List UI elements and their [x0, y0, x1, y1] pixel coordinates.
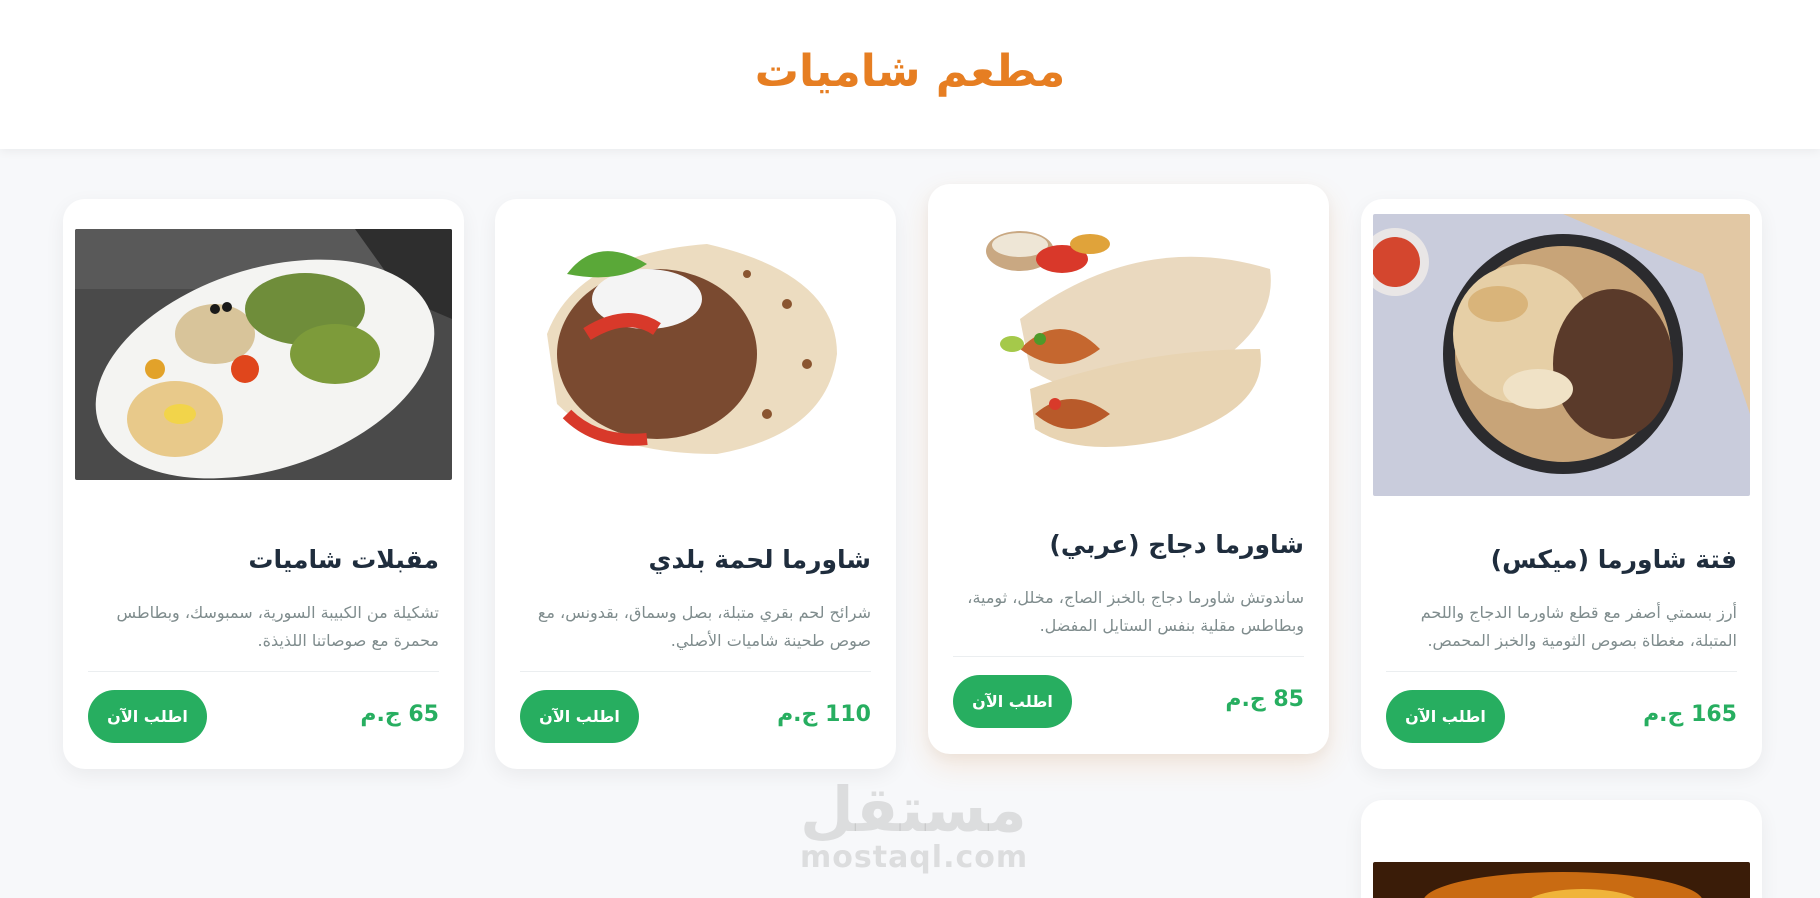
card-divider — [520, 671, 871, 672]
card-title: شاورما دجاج (عربي) — [1049, 530, 1304, 559]
card-description: أرز بسمتي أصفر مع قطع شاورما الدجاج والل… — [1420, 603, 1737, 650]
card-divider — [1386, 671, 1737, 672]
fatteh-shawarma-mix-photo — [1373, 214, 1750, 496]
card-description: ساندوتش شاورما دجاج بالخبز الصاج، مخلل، … — [967, 588, 1304, 635]
card-title: مقبلات شاميات — [248, 545, 439, 574]
card-title: فتة شاورما (ميكس) — [1490, 545, 1737, 574]
card-title: شاورما لحمة بلدي — [648, 545, 871, 574]
card-price: 65 ج.م — [360, 702, 439, 727]
watermark: مستقل mostaql.com — [800, 773, 1029, 875]
menu-card-fatteh: فتة شاورما (ميكس) أرز بسمتي أصفر مع قطع … — [1361, 199, 1762, 769]
order-now-button[interactable]: اطلب الآن — [1386, 690, 1505, 743]
card-description: تشكيلة من الكبيبة السورية، سمبوسك، وبطاط… — [116, 603, 439, 650]
card-divider — [953, 656, 1304, 657]
grill-fire-photo — [1373, 862, 1750, 898]
order-now-button[interactable]: اطلب الآن — [520, 690, 639, 743]
menu-card-next-row — [1361, 800, 1762, 898]
card-price: 110 ج.م — [777, 702, 871, 727]
card-price: 165 ج.م — [1643, 702, 1737, 727]
watermark-latin: mostaql.com — [800, 840, 1029, 875]
appetizers-platter-photo — [75, 229, 452, 480]
menu-card-chicken-shawarma: شاورما دجاج (عربي) ساندوتش شاورما دجاج ب… — [928, 184, 1329, 754]
order-now-button[interactable]: اطلب الآن — [88, 690, 207, 743]
menu-card-appetizers: مقبلات شاميات تشكيلة من الكبيبة السورية،… — [63, 199, 464, 769]
page-title: مطعم شاميات — [754, 46, 1066, 97]
order-now-button[interactable]: اطلب الآن — [953, 675, 1072, 728]
card-divider — [88, 671, 439, 672]
beef-shawarma-wrap-photo — [507, 214, 884, 496]
watermark-arabic: مستقل — [800, 773, 1027, 846]
chicken-shawarma-wrap-photo — [940, 199, 1317, 481]
menu-card-beef-shawarma: شاورما لحمة بلدي شرائح لحم بقري متبلة، ب… — [495, 199, 896, 769]
card-description: شرائح لحم بقري متبلة، بصل وسماق، بقدونس،… — [537, 603, 871, 650]
card-price: 85 ج.م — [1225, 687, 1304, 712]
site-header: مطعم شاميات — [0, 0, 1820, 149]
